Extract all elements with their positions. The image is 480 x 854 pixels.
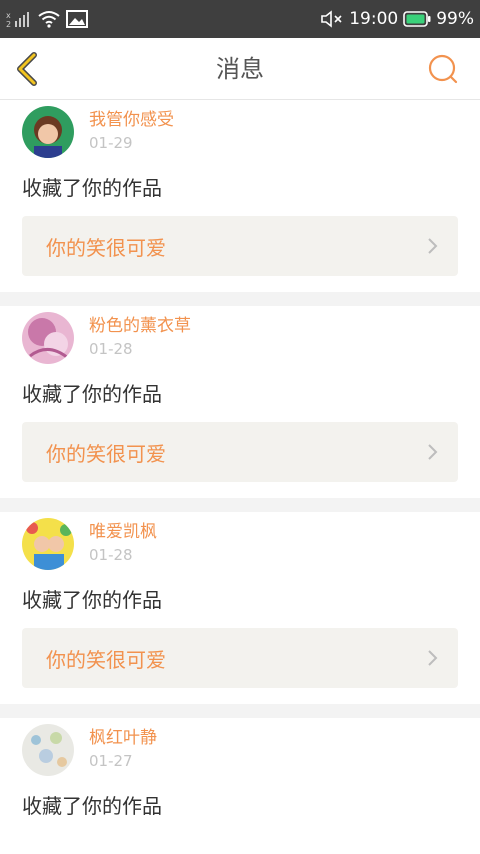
message-header: 唯爱凯枫 01-28 (22, 518, 458, 570)
message-action: 收藏了你的作品 (22, 588, 162, 612)
avatar-image (22, 312, 74, 364)
work-link[interactable]: 你的笑很可爱 (22, 422, 458, 482)
message-meta: 粉色的薰衣草 01-28 (89, 312, 191, 359)
message-action: 收藏了你的作品 (22, 794, 162, 818)
username[interactable]: 唯爱凯枫 (89, 521, 157, 543)
avatar[interactable] (22, 312, 74, 364)
svg-text:2: 2 (6, 20, 11, 29)
avatar-image (22, 724, 74, 776)
work-link[interactable]: 你的笑很可爱 (22, 628, 458, 688)
page-title: 消息 (216, 55, 264, 83)
message-item: 粉色的薰衣草 01-28 收藏了你的作品 你的笑很可爱 (0, 306, 480, 498)
message-action: 收藏了你的作品 (22, 176, 162, 200)
chevron-right-icon (428, 238, 438, 254)
chevron-right-icon (428, 650, 438, 666)
status-right: 19:00 99% (320, 9, 474, 29)
message-header: 我管你感受 01-29 (22, 106, 458, 158)
message-meta: 唯爱凯枫 01-28 (89, 518, 157, 565)
gallery-icon (66, 10, 88, 28)
separator (0, 704, 480, 718)
work-title: 你的笑很可爱 (46, 647, 166, 672)
message-date: 01-28 (89, 546, 133, 564)
title-bar: 消息 (0, 38, 480, 100)
battery-percent: 99% (436, 9, 474, 29)
search-icon (428, 54, 458, 84)
message-date: 01-27 (89, 752, 133, 770)
battery-icon (403, 11, 431, 27)
search-button[interactable] (426, 52, 460, 86)
username[interactable]: 枫红叶静 (89, 727, 157, 749)
separator (0, 498, 480, 512)
message-date: 01-29 (89, 134, 133, 152)
work-title: 你的笑很可爱 (46, 441, 166, 466)
username[interactable]: 粉色的薰衣草 (89, 315, 191, 337)
message-action: 收藏了你的作品 (22, 382, 162, 406)
message-item: 唯爱凯枫 01-28 收藏了你的作品 你的笑很可爱 (0, 512, 480, 704)
work-title: 你的笑很可爱 (46, 235, 166, 260)
username[interactable]: 我管你感受 (89, 109, 174, 131)
message-meta: 我管你感受 01-29 (89, 106, 174, 153)
avatar[interactable] (22, 106, 74, 158)
separator (0, 292, 480, 306)
message-item: 我管你感受 01-29 收藏了你的作品 你的笑很可爱 (0, 100, 480, 292)
svg-text:x: x (6, 11, 11, 20)
message-meta: 枫红叶静 01-27 (89, 724, 157, 771)
status-time: 19:00 (349, 9, 399, 29)
message-header: 粉色的薰衣草 01-28 (22, 312, 458, 364)
wifi-icon (38, 11, 60, 28)
message-item: 枫红叶静 01-27 收藏了你的作品 (0, 718, 480, 836)
work-link[interactable]: 你的笑很可爱 (22, 216, 458, 276)
avatar-image (22, 106, 74, 158)
avatar[interactable] (22, 724, 74, 776)
message-list: 我管你感受 01-29 收藏了你的作品 你的笑很可爱 粉色的薰衣草 01-28 … (0, 100, 480, 836)
status-left: x 2 (6, 9, 88, 29)
signal-icon: x 2 (6, 11, 29, 29)
status-bar: x 2 19:00 99% (0, 0, 480, 38)
avatar[interactable] (22, 518, 74, 570)
mute-icon (321, 10, 342, 28)
avatar-image (22, 518, 74, 570)
message-date: 01-28 (89, 340, 133, 358)
message-header: 枫红叶静 01-27 (22, 724, 458, 776)
chevron-right-icon (428, 444, 438, 460)
